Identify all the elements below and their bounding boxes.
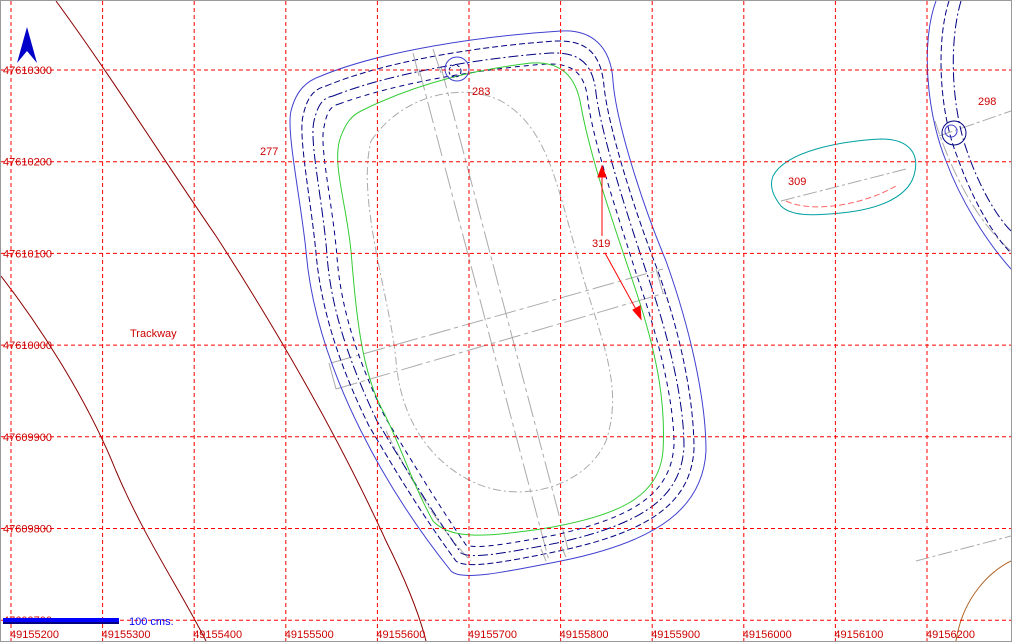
entrance-east <box>655 268 664 294</box>
grey-right-ditch <box>934 120 1011 252</box>
grid-label-x: 49155900 <box>651 629 700 641</box>
grey-ditch-sw-ne-2 <box>335 292 666 390</box>
enclosure-outer-line <box>289 30 707 576</box>
enclosure-dash-line-3 <box>322 63 675 547</box>
grid-label-x: 49155400 <box>193 629 242 641</box>
scale-bar-label: 100 cms. <box>129 616 174 628</box>
grey-ditch-sw-ne-1 <box>330 268 664 364</box>
grey-ditch-nw-se-1 <box>418 68 550 562</box>
feature-309-inner-red <box>785 185 897 208</box>
enclosure-dash-line-2 <box>312 52 685 557</box>
grid-label-y: 47610000 <box>3 340 52 352</box>
feature-298-ditch[interactable] <box>926 1 1011 270</box>
grid-label-x: 49155600 <box>376 629 425 641</box>
pit-283-outer <box>444 56 470 82</box>
inner-green-line <box>337 62 664 536</box>
grid-label-x: 49155300 <box>102 629 151 641</box>
grid-label-y: 47609900 <box>3 432 52 444</box>
grid-label-x: 49155500 <box>285 629 334 641</box>
grid-label-x: 49156200 <box>926 629 975 641</box>
feature-283-pit[interactable] <box>444 56 470 82</box>
arrow-319-up-head <box>597 164 607 178</box>
grid-label-y: 47610100 <box>3 248 52 260</box>
grey-corner-line <box>915 535 1011 562</box>
grid-label-y: 47610200 <box>3 157 52 169</box>
grid-label-x: 49156100 <box>834 629 883 641</box>
grid-label-x: 49156000 <box>743 629 792 641</box>
pit-298-inner <box>944 124 958 138</box>
entrance-north <box>412 48 442 77</box>
arrow-319-down-head <box>632 305 642 321</box>
label-trackway: Trackway <box>130 328 177 340</box>
grey-inner-oval <box>366 91 613 493</box>
grey-ditch-nw-se-2 <box>440 66 570 554</box>
enclosure-277[interactable] <box>289 30 707 576</box>
ditch-298-outer <box>926 1 1011 270</box>
label-319[interactable]: 319 <box>592 238 610 250</box>
grid-label-x: 49155700 <box>468 629 517 641</box>
site-plan-map[interactable]: 49155200 49155300 49155400 49155500 49155600… <box>0 0 1012 642</box>
grey-right-line <box>938 110 1011 137</box>
grid-label-y: 47609800 <box>3 524 52 536</box>
label-277[interactable]: 277 <box>260 146 278 158</box>
grid-label-y: 47610300 <box>3 65 52 77</box>
trackway-line-east <box>55 1 427 641</box>
grey-features <box>330 66 1011 562</box>
grid-label-x: 49155200 <box>10 629 59 641</box>
ditch-298-dash-1 <box>940 1 1011 254</box>
north-arrow-shape <box>17 27 37 63</box>
trackway-lines <box>1 1 427 641</box>
north-arrow-icon <box>17 27 37 63</box>
grid-label-x: 49155800 <box>560 629 609 641</box>
label-298[interactable]: 298 <box>978 96 996 108</box>
label-309[interactable]: 309 <box>788 176 806 188</box>
label-283[interactable]: 283 <box>472 86 490 98</box>
feature-labels: Trackway 277 283 298 309 319 <box>130 86 996 340</box>
enclosure-dash-line-1 <box>301 40 695 566</box>
grid-labels: 49155200 49155300 49155400 49155500 49155600… <box>3 65 975 641</box>
